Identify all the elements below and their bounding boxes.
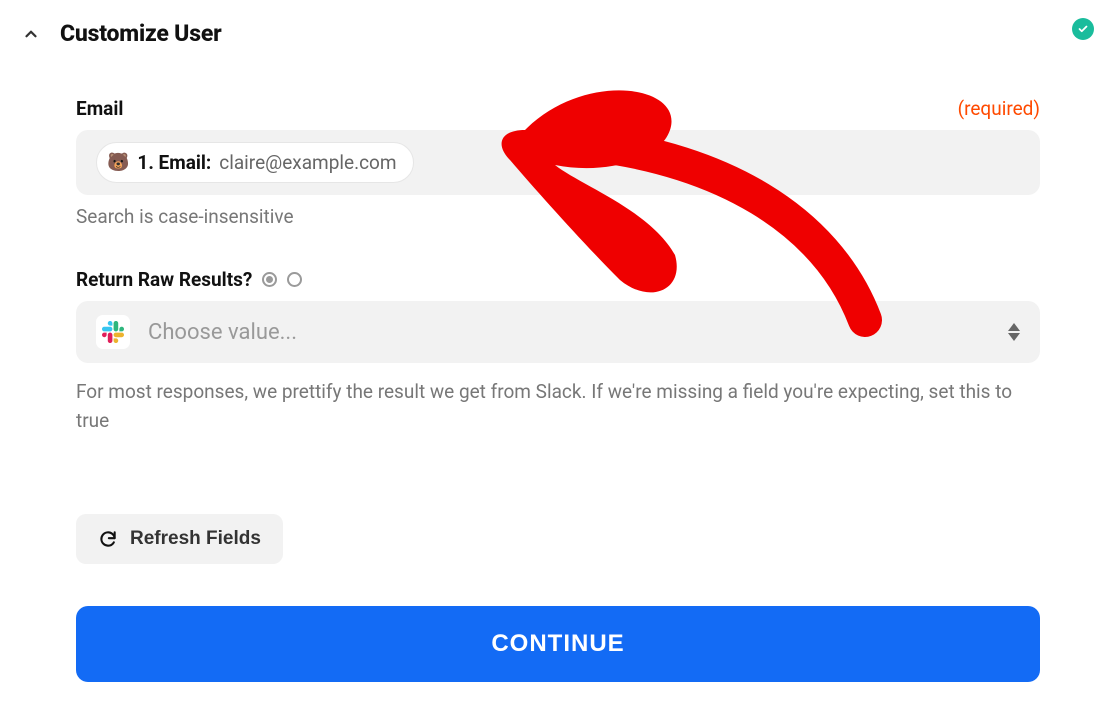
email-required: (required) — [958, 97, 1040, 120]
email-hint: Search is case-insensitive — [76, 205, 1040, 228]
raw-results-description: For most responses, we prettify the resu… — [76, 377, 1040, 436]
section-title: Customize User — [60, 20, 221, 47]
refresh-icon — [98, 529, 118, 549]
refresh-fields-label: Refresh Fields — [130, 528, 261, 550]
check-icon — [1077, 23, 1089, 35]
email-pill-value: claire@example.com — [219, 151, 396, 174]
email-mapped-pill[interactable]: 🐻 1. Email: claire@example.com — [96, 142, 414, 183]
raw-radio-option-1[interactable] — [262, 272, 277, 287]
email-input[interactable]: 🐻 1. Email: claire@example.com — [76, 130, 1040, 195]
collapse-toggle[interactable] — [20, 23, 42, 45]
raw-radio-option-2[interactable] — [287, 272, 302, 287]
raw-results-label: Return Raw Results? — [76, 268, 252, 291]
status-complete-badge — [1072, 18, 1094, 40]
continue-button[interactable]: CONTINUE — [76, 606, 1040, 682]
wpforms-icon: 🐻 — [107, 152, 129, 173]
email-pill-label: 1. Email: — [137, 151, 211, 174]
slack-icon — [96, 315, 130, 349]
chevron-up-icon — [22, 25, 40, 43]
raw-results-select[interactable]: Choose value... — [76, 301, 1040, 363]
select-updown-icon — [1008, 323, 1020, 341]
raw-results-placeholder: Choose value... — [148, 320, 297, 345]
refresh-fields-button[interactable]: Refresh Fields — [76, 514, 283, 564]
email-label: Email — [76, 97, 123, 120]
